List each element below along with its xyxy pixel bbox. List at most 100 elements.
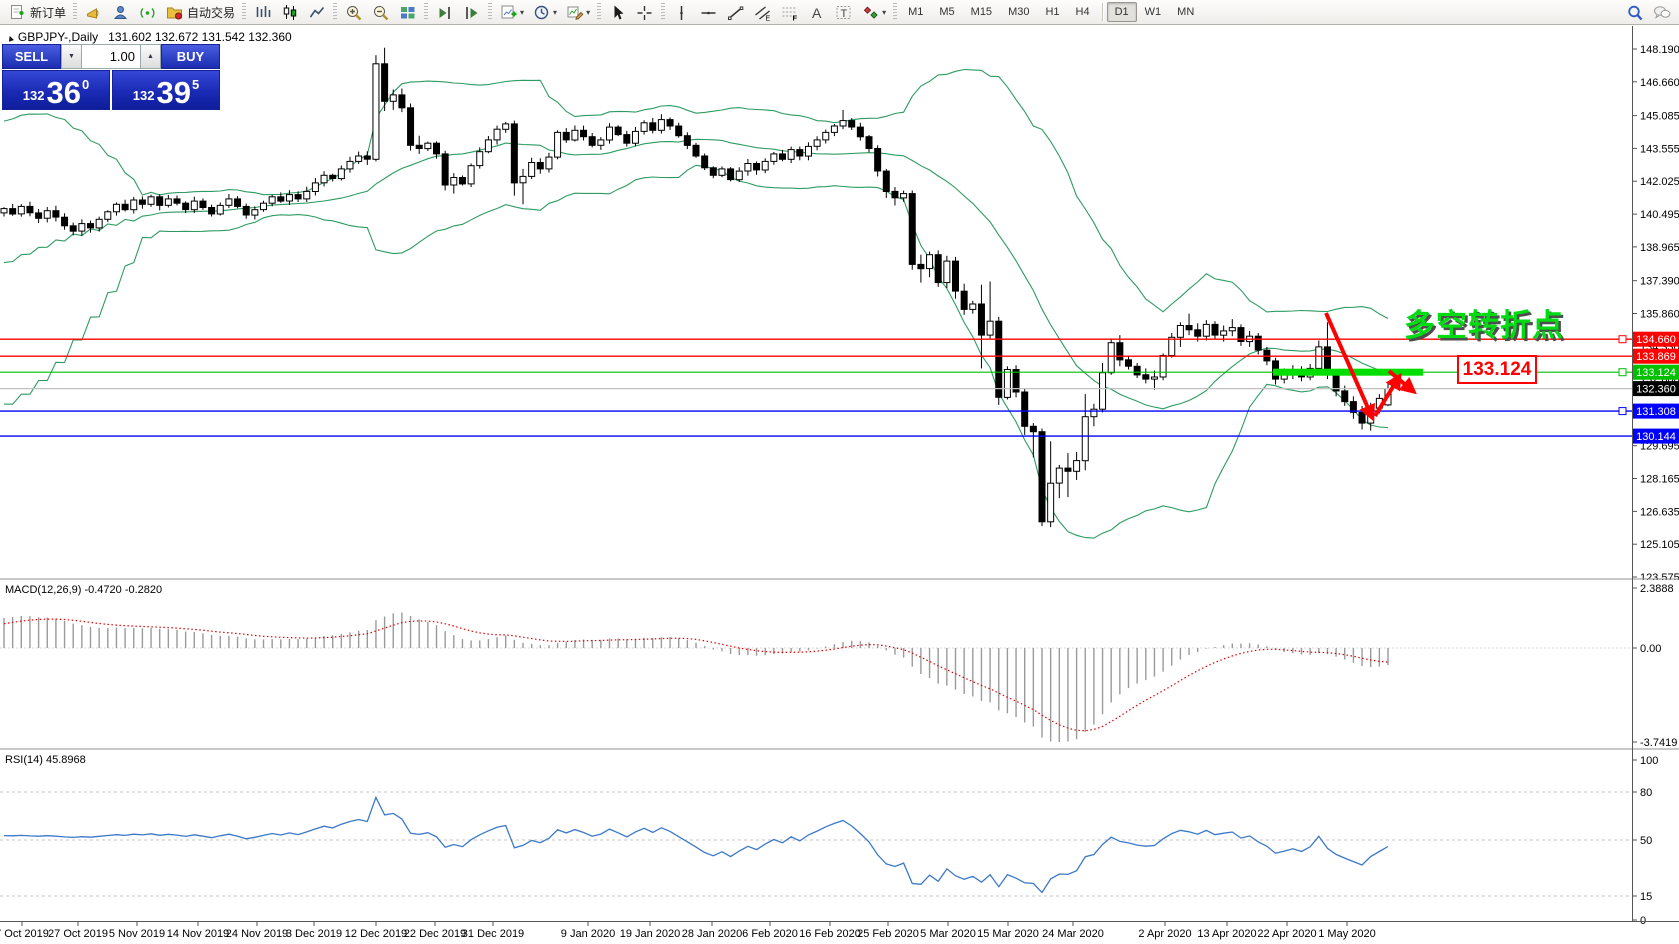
- timeframe-W1-button[interactable]: W1: [1137, 2, 1170, 22]
- auto-scroll-icon[interactable]: [458, 0, 485, 24]
- price-tick: 145.085: [1640, 111, 1679, 123]
- svg-text:A: A: [812, 5, 822, 21]
- shiftend-glyph: [435, 4, 454, 21]
- green-level-bar[interactable]: [1273, 369, 1423, 376]
- date-tick: 22 Apr 2020: [1257, 928, 1316, 940]
- community-chat-icon[interactable]: [1648, 0, 1675, 24]
- toolbar-grip: [242, 3, 246, 21]
- trendline-icon[interactable]: [722, 0, 749, 24]
- news-horn-icon[interactable]: [80, 0, 107, 24]
- date-tick: 6 Feb 2020: [742, 928, 798, 940]
- price-axis[interactable]: 148.190146.660145.085143.555142.025140.4…: [1632, 44, 1679, 584]
- new-chart-icon[interactable]: ▾: [495, 0, 528, 24]
- rsi-axis-tick: 15: [1640, 891, 1652, 903]
- channel-glyph: E: [753, 4, 772, 21]
- new-order-icon[interactable]: 新订单: [4, 0, 70, 24]
- price-tick: 125.105: [1640, 539, 1679, 551]
- timeframe-D1-button[interactable]: D1: [1107, 2, 1137, 22]
- equidistant-channel-icon[interactable]: E: [749, 0, 776, 24]
- text-icon[interactable]: A: [803, 0, 830, 24]
- date-tick: 22 Dec 2019: [404, 928, 466, 940]
- buy-price-display[interactable]: 132 39 5: [112, 70, 220, 110]
- chart-header: ▲GBPJPY-,Daily131.602 132.672 131.542 13…: [6, 30, 292, 44]
- indicators-icon[interactable]: ▾: [561, 0, 594, 24]
- timeframe-MN-button[interactable]: MN: [1169, 2, 1202, 22]
- zoom-out-icon[interactable]: [367, 0, 394, 24]
- sell-price-display[interactable]: 132 36 0: [2, 70, 110, 110]
- line-chart-icon[interactable]: [303, 0, 330, 24]
- price-tick: 148.190: [1640, 44, 1679, 56]
- chart-symbol-period: GBPJPY-,Daily: [18, 30, 98, 44]
- timeframe-M30-button[interactable]: M30: [1000, 2, 1037, 22]
- timeframe-M1-button[interactable]: M1: [900, 2, 931, 22]
- buy-price-sup: 5: [192, 77, 199, 92]
- price-callout-box[interactable]: 133.124: [1457, 355, 1537, 384]
- svg-text:E: E: [766, 15, 771, 21]
- shapes-glyph: [861, 4, 880, 21]
- tile-windows-icon[interactable]: [394, 0, 421, 24]
- one-click-trade-panel: SELL ▼ ▲ BUY 132 36 0 132 39 5: [2, 44, 220, 110]
- zoom-in-icon[interactable]: [340, 0, 367, 24]
- market-watch-icon[interactable]: [107, 0, 134, 24]
- price-tick: 142.025: [1640, 176, 1679, 188]
- sell-button[interactable]: SELL: [2, 44, 61, 69]
- date-tick: 31 Dec 2019: [462, 928, 524, 940]
- chart-svg: 2.38880.00-3.7419 1008050150 148.190146.…: [0, 0, 1679, 944]
- mt4-window: 新订单自动交易▾▾▾EFAT▾M1M5M15M30H1H4D1W1MN 2.38…: [0, 0, 1679, 944]
- timeframe-H4-button[interactable]: H4: [1068, 2, 1098, 22]
- signals-icon[interactable]: [134, 0, 161, 24]
- date-tick: 5 Nov 2019: [109, 928, 165, 940]
- horn-glyph: [84, 4, 103, 21]
- vertical-line-icon[interactable]: [668, 0, 695, 24]
- chart-shift-icon[interactable]: [431, 0, 458, 24]
- sell-price-big: 36: [46, 80, 80, 106]
- date-tick: 24 Nov 2019: [226, 928, 288, 940]
- candlestick-chart-icon[interactable]: [276, 0, 303, 24]
- hline-marker[interactable]: [1619, 336, 1626, 343]
- arrow-objects-icon[interactable]: ▾: [857, 0, 890, 24]
- date-tick: 7 Oct 2019: [0, 928, 49, 940]
- rsi-axis-tick: 100: [1640, 755, 1658, 767]
- volume-increase-button[interactable]: ▲: [140, 44, 161, 69]
- toolbar-label: 新订单: [30, 4, 66, 21]
- date-tick: 5 Mar 2020: [920, 928, 976, 940]
- buy-price-prefix: 132: [133, 88, 155, 103]
- chart-symbol-icon: ▲: [5, 32, 17, 44]
- date-tick: 14 Nov 2019: [167, 928, 229, 940]
- buy-button[interactable]: BUY: [161, 44, 220, 69]
- horizontal-line-icon[interactable]: [695, 0, 722, 24]
- auto-trading-icon[interactable]: 自动交易: [161, 0, 239, 24]
- price-label-text: 130.144: [1636, 431, 1676, 443]
- hline-marker[interactable]: [1619, 408, 1626, 415]
- hline-marker[interactable]: [1619, 369, 1626, 376]
- volume-decrease-button[interactable]: ▼: [61, 44, 82, 69]
- turning-point-note[interactable]: 多空转折点: [1404, 300, 1564, 345]
- dropdown-arrow-icon: ▾: [882, 8, 886, 17]
- macd-indicator-label: MACD(12,26,9) -0.4720 -0.2820: [5, 584, 162, 596]
- toolbar-grip: [333, 3, 337, 21]
- price-label-text: 132.360: [1636, 384, 1676, 396]
- crosshair-icon[interactable]: [631, 0, 658, 24]
- chart-period-icon[interactable]: ▾: [528, 0, 561, 24]
- date-tick: 2 Apr 2020: [1138, 928, 1191, 940]
- time-axis[interactable]: 7 Oct 201927 Oct 20195 Nov 201914 Nov 20…: [0, 922, 1376, 940]
- chart-plot-area[interactable]: [0, 26, 1632, 921]
- toolbar-grip: [661, 3, 665, 21]
- volume-input[interactable]: [82, 44, 140, 69]
- text-label-icon[interactable]: T: [830, 0, 857, 24]
- bars-glyph: [253, 4, 272, 21]
- search-icon[interactable]: [1621, 0, 1648, 24]
- timeframe-M15-button[interactable]: M15: [963, 2, 1000, 22]
- signal-glyph: [138, 4, 157, 21]
- bar-chart-icon[interactable]: [249, 0, 276, 24]
- toolbar-grip: [73, 3, 77, 21]
- cursor-glyph: [608, 4, 627, 21]
- crosshair-glyph: [635, 4, 654, 21]
- macd-axis-tick: -3.7419: [1640, 737, 1677, 749]
- timeframe-M5-button[interactable]: M5: [931, 2, 962, 22]
- fibonacci-icon[interactable]: F: [776, 0, 803, 24]
- cursor-icon[interactable]: [604, 0, 631, 24]
- candles-glyph: [280, 4, 299, 21]
- date-tick: 27 Oct 2019: [48, 928, 108, 940]
- timeframe-H1-button[interactable]: H1: [1037, 2, 1067, 22]
